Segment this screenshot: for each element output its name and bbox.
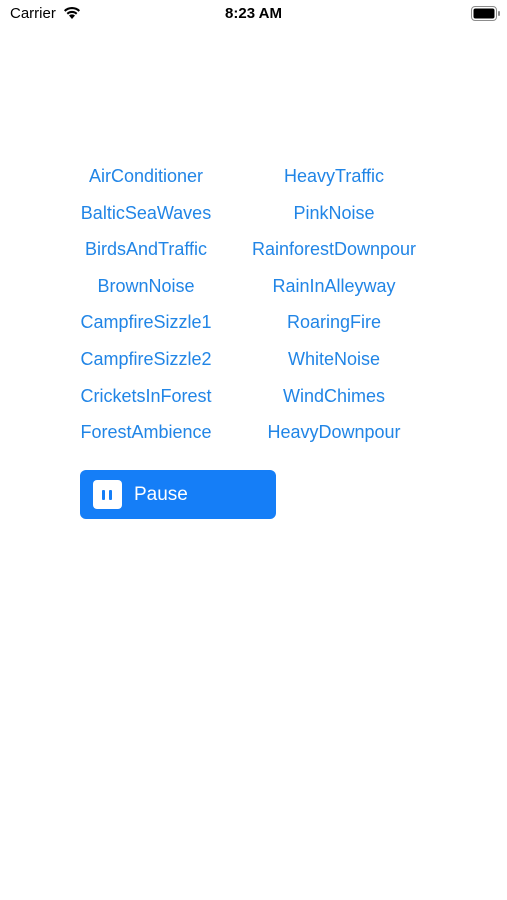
sound-link-roaringfire[interactable]: RoaringFire xyxy=(287,312,381,333)
sound-link-birdsandtraffic[interactable]: BirdsAndTraffic xyxy=(85,239,207,260)
sound-link-rainforestdownpour[interactable]: RainforestDownpour xyxy=(252,239,416,260)
sound-link-raininalleyway[interactable]: RainInAlleyway xyxy=(272,276,395,297)
sound-link-forestambience[interactable]: ForestAmbience xyxy=(80,422,211,443)
sound-link-airconditioner[interactable]: AirConditioner xyxy=(89,166,203,187)
sound-link-campfiresizzle1[interactable]: CampfireSizzle1 xyxy=(80,312,211,333)
battery-icon xyxy=(471,6,500,21)
pause-label: Pause xyxy=(134,484,188,505)
sound-link-whitenoise[interactable]: WhiteNoise xyxy=(288,349,380,370)
sound-link-heavytraffic[interactable]: HeavyTraffic xyxy=(284,166,384,187)
status-bar: Carrier 8:23 AM xyxy=(0,0,507,28)
status-time: 8:23 AM xyxy=(225,5,282,22)
sound-link-cricketsinforest[interactable]: CricketsInForest xyxy=(80,386,211,407)
pause-icon-bar-right xyxy=(109,490,112,500)
sound-link-windchimes[interactable]: WindChimes xyxy=(283,386,385,407)
sound-link-brownnoise[interactable]: BrownNoise xyxy=(97,276,194,297)
pause-button[interactable]: Pause xyxy=(80,470,276,519)
pause-icon xyxy=(93,480,122,509)
pause-icon-bar-left xyxy=(102,490,105,500)
sound-link-campfiresizzle2[interactable]: CampfireSizzle2 xyxy=(80,349,211,370)
sound-link-pinknoise[interactable]: PinkNoise xyxy=(293,203,374,224)
sound-link-heavydownpour[interactable]: HeavyDownpour xyxy=(267,422,400,443)
sound-link-balticseawaves[interactable]: BalticSeaWaves xyxy=(81,203,211,224)
